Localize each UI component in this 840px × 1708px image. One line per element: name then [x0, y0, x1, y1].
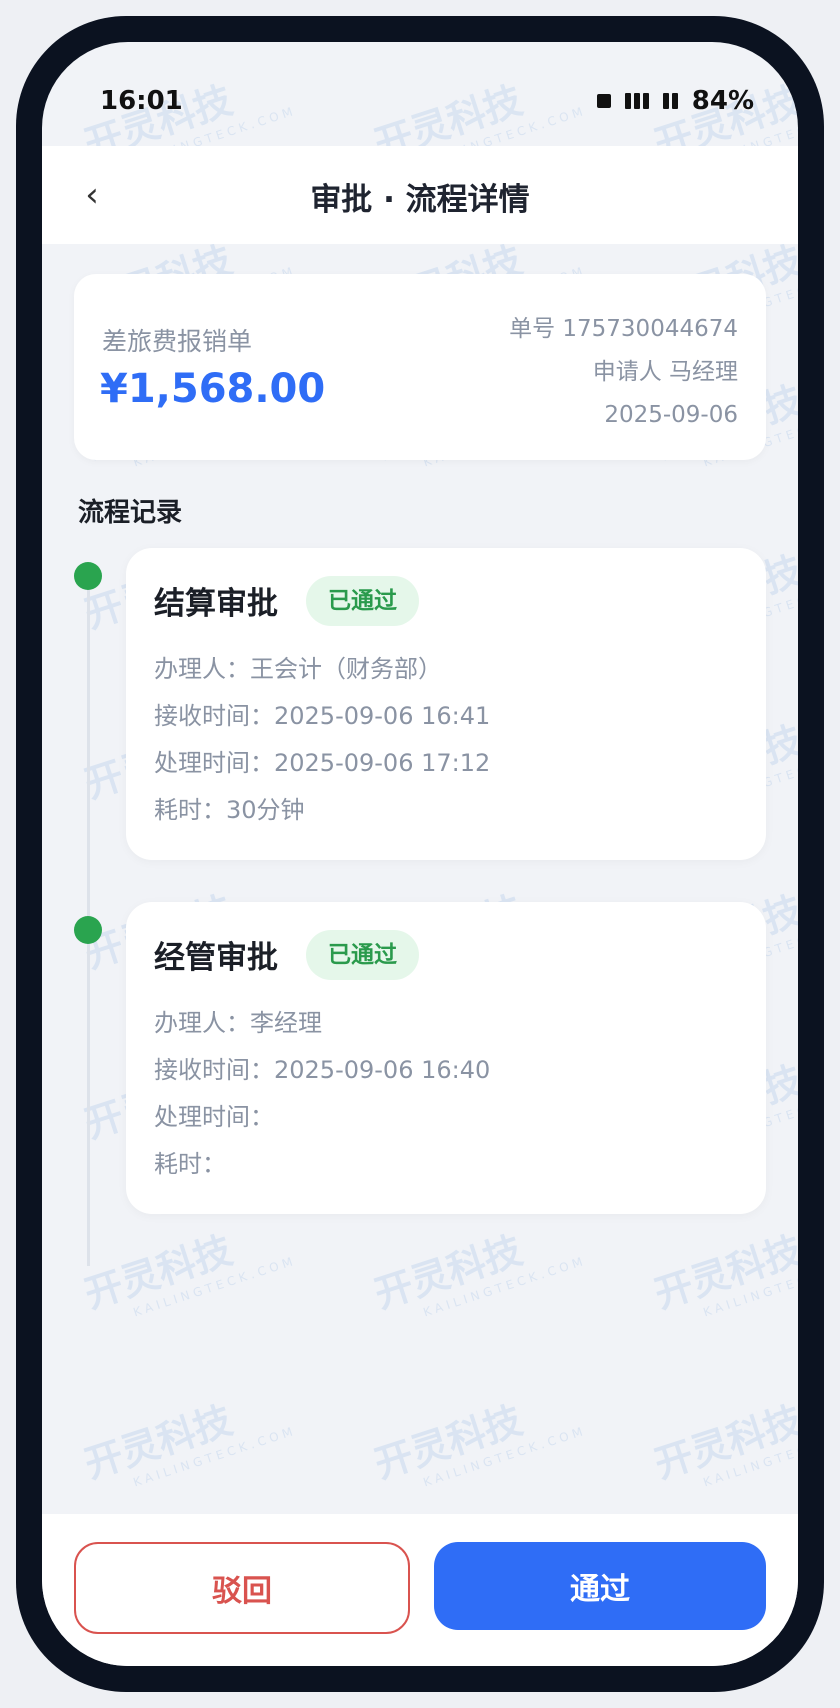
phone-frame: 开灵科技 KAILINGTECK.COM 开灵科技 KAILINGTECK.COM … — [16, 16, 824, 1692]
amount: ¥1,568.00 — [100, 366, 326, 412]
summary-meta: 单号 175730044674 申请人 马经理 2025-09-06 — [509, 308, 738, 437]
action-bar: 驳回 通过 — [42, 1514, 798, 1666]
page-title: 审批 · 流程详情 — [310, 182, 530, 218]
step-duration: 耗时： — [154, 1150, 226, 1178]
step-handler: 办理人：李经理 — [154, 1009, 322, 1037]
form-type: 差旅费报销单 — [102, 327, 253, 356]
timeline-dot — [74, 562, 102, 590]
watermark: 开灵科技KAILINGTECK.COM — [649, 1397, 798, 1490]
status-indicators: 84% — [596, 86, 754, 116]
order-number: 单号 175730044674 — [509, 316, 738, 342]
signal-icon — [624, 93, 649, 109]
step-name: 结算审批 — [154, 586, 278, 622]
summary-card: 差旅费报销单 ¥1,568.00 单号 175730044674 申请人 马经理… — [74, 274, 766, 460]
step-duration: 耗时：30分钟 — [154, 796, 305, 824]
step-processed-time: 处理时间： — [154, 1103, 274, 1131]
status-badge: 已通过 — [306, 576, 419, 626]
watermark: 开灵科技KAILINGTECK.COM — [79, 1227, 299, 1320]
watermark: 开灵科技KAILINGTECK.COM — [369, 1227, 589, 1320]
reject-button[interactable]: 驳回 — [74, 1542, 410, 1634]
timeline-dot — [74, 916, 102, 944]
wifi-icon — [662, 93, 678, 109]
nav-bar: ‹ 审批 · 流程详情 — [42, 146, 798, 244]
step-received-time: 接收时间：2025-09-06 16:41 — [154, 702, 491, 730]
watermark: 开灵科技KAILINGTECK.COM — [649, 1227, 798, 1320]
status-time: 16:01 — [100, 86, 183, 116]
status-badge: 已通过 — [306, 930, 419, 980]
submit-date: 2025-09-06 — [604, 402, 738, 428]
battery-level: 84% — [691, 86, 754, 116]
watermark: 开灵科技KAILINGTECK.COM — [369, 1397, 589, 1490]
step-processed-time: 处理时间：2025-09-06 17:12 — [154, 749, 491, 777]
applicant: 申请人 马经理 — [592, 359, 738, 385]
step-name: 经管审批 — [154, 940, 278, 976]
step-received-time: 接收时间：2025-09-06 16:40 — [154, 1056, 491, 1084]
step-details: 办理人：王会计（财务部） 接收时间：2025-09-06 16:41 处理时间：… — [154, 646, 490, 834]
step-details: 办理人：李经理 接收时间：2025-09-06 16:40 处理时间： 耗时： — [154, 1000, 490, 1188]
step-card: 经管审批 已通过 办理人：李经理 接收时间：2025-09-06 16:40 处… — [126, 902, 766, 1214]
step-handler: 办理人：王会计（财务部） — [154, 655, 442, 683]
approve-button[interactable]: 通过 — [434, 1542, 766, 1630]
stop-icon — [596, 94, 611, 108]
screen: 开灵科技 KAILINGTECK.COM 开灵科技 KAILINGTECK.COM … — [42, 42, 798, 1666]
watermark: 开灵科技KAILINGTECK.COM — [79, 1397, 299, 1490]
status-bar: 16:01 84% — [42, 42, 798, 146]
step-card: 结算审批 已通过 办理人：王会计（财务部） 接收时间：2025-09-06 16… — [126, 548, 766, 860]
section-title: 流程记录 — [78, 498, 183, 528]
